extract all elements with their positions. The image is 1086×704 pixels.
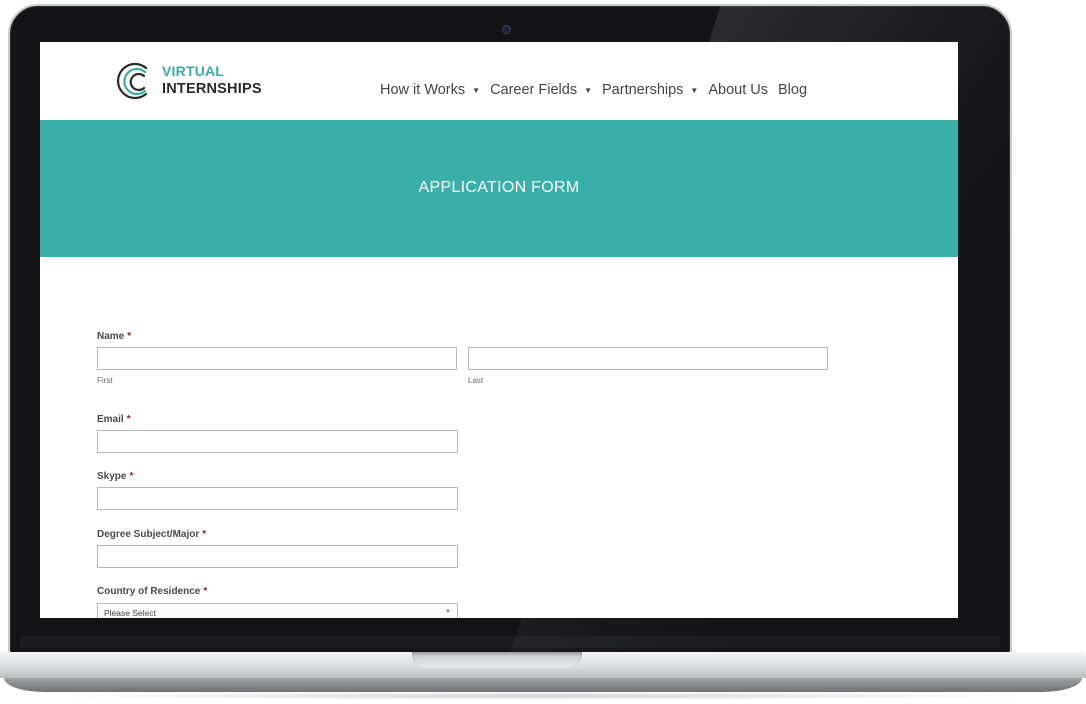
chevron-down-icon: ▼	[472, 85, 481, 95]
lid-bottom-strip	[20, 636, 1000, 648]
skype-label: Skype *	[97, 471, 133, 482]
email-label-text: Email	[97, 414, 124, 425]
nav-blog[interactable]: Blog	[778, 82, 807, 98]
base-bottom	[4, 678, 1082, 692]
chevron-down-icon: ▼	[584, 85, 593, 95]
nav-label: Partnerships	[602, 82, 684, 98]
required-marker: *	[127, 331, 132, 342]
main-nav: How it Works ▼ Career Fields ▼ Partnersh…	[380, 80, 817, 100]
nav-how-it-works[interactable]: How it Works ▼	[380, 82, 480, 98]
screen: VIRTUAL INTERNSHIPS How it Works ▼ Caree…	[40, 42, 958, 618]
name-label: Name *	[97, 331, 131, 342]
site-header: VIRTUAL INTERNSHIPS How it Works ▼ Caree…	[40, 42, 958, 120]
degree-label-text: Degree Subject/Major	[97, 529, 200, 540]
nav-label: About Us	[708, 82, 768, 98]
country-label: Country of Residence *	[97, 586, 207, 597]
email-label: Email *	[97, 414, 131, 425]
last-name-input[interactable]	[468, 347, 828, 370]
nav-about-us[interactable]: About Us	[708, 82, 768, 98]
nav-career-fields[interactable]: Career Fields ▼	[490, 82, 592, 98]
email-field[interactable]	[97, 430, 458, 453]
degree-label: Degree Subject/Major *	[97, 529, 206, 540]
logo-line2: INTERNSHIPS	[162, 81, 262, 97]
application-form: Name * First Last Email * Skype * Degree Su…	[97, 257, 897, 618]
webcam-icon	[502, 25, 511, 34]
first-name-input[interactable]	[97, 347, 457, 370]
nav-partnerships[interactable]: Partnerships ▼	[602, 82, 698, 98]
chevron-down-icon: ▼	[690, 85, 699, 95]
nav-label: Career Fields	[490, 82, 578, 98]
country-label-text: Country of Residence	[97, 586, 201, 597]
logo-mark-icon	[117, 62, 148, 100]
laptop-base	[0, 652, 1086, 704]
required-marker: *	[203, 586, 208, 597]
required-marker: *	[202, 529, 207, 540]
site-logo[interactable]: VIRTUAL INTERNSHIPS	[112, 58, 292, 102]
skype-field[interactable]	[97, 487, 458, 510]
nav-label: Blog	[778, 82, 808, 98]
logo-line1: VIRTUAL	[162, 63, 225, 79]
degree-field[interactable]	[97, 545, 458, 568]
base-shadow	[40, 692, 1046, 700]
country-select-value: Please Select	[104, 608, 156, 618]
triangle-down-icon: ▼	[445, 609, 451, 615]
last-name-sublabel: Last	[468, 376, 484, 385]
name-label-text: Name	[97, 331, 125, 342]
first-name-sublabel: First	[97, 376, 113, 385]
required-marker: *	[129, 471, 134, 482]
base-notch	[412, 652, 582, 668]
required-marker: *	[126, 414, 131, 425]
page-title: APPLICATION FORM	[418, 179, 580, 196]
nav-label: How it Works	[380, 82, 466, 98]
hero-banner: APPLICATION FORM	[40, 120, 958, 257]
country-select[interactable]: Please Select ▼	[97, 603, 458, 618]
skype-label-text: Skype	[97, 471, 127, 482]
logo-text: VIRTUAL INTERNSHIPS	[162, 62, 262, 98]
